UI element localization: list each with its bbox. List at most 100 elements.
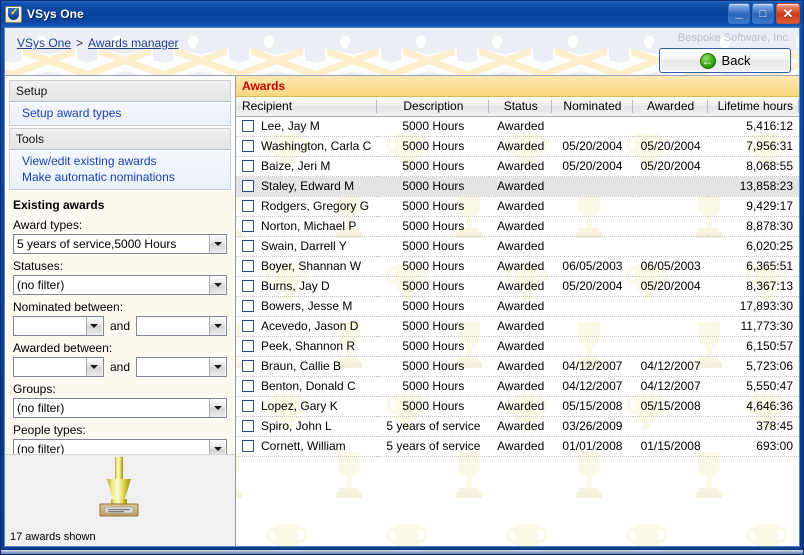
cell-recipient-wrap: Benton, Donald C bbox=[236, 376, 378, 397]
table-row[interactable]: Washington, Carla C 5000 Hours Awarded 05/2… bbox=[236, 136, 799, 157]
awards-table-scroll[interactable]: Recipient Description Status Nominated Award… bbox=[236, 97, 799, 546]
cell-nominated: 04/12/2007 bbox=[551, 356, 633, 377]
cell-awarded: 05/20/2004 bbox=[632, 136, 709, 157]
maximize-button[interactable]: □ bbox=[752, 3, 774, 24]
row-checkbox[interactable] bbox=[242, 180, 254, 192]
awards-table-body: Lee, Jay M 5000 Hours Awarded 5,416:12 Washi… bbox=[236, 116, 799, 457]
nominated-from-select[interactable] bbox=[13, 316, 104, 336]
table-row[interactable]: Peek, Shannon R 5000 Hours Awarded 6,150:57 bbox=[236, 336, 799, 357]
sidebar-link-view-edit-existing-awards[interactable]: View/edit existing awards bbox=[22, 153, 224, 169]
table-row[interactable]: Benton, Donald C 5000 Hours Awarded 04/12/2… bbox=[236, 376, 799, 397]
row-checkbox[interactable] bbox=[242, 400, 254, 412]
awards-table-header: Recipient Description Status Nominated Award… bbox=[236, 97, 799, 117]
table-row[interactable]: Baize, Jeri M 5000 Hours Awarded 05/20/2004… bbox=[236, 156, 799, 177]
table-row[interactable]: Lopez, Gary K 5000 Hours Awarded 05/15/2008… bbox=[236, 396, 799, 417]
cell-nominated: 05/20/2004 bbox=[551, 276, 633, 297]
close-button[interactable]: ✕ bbox=[776, 3, 800, 24]
cell-status: Awarded bbox=[489, 256, 552, 277]
cell-awarded bbox=[632, 196, 709, 217]
row-checkbox[interactable] bbox=[242, 320, 254, 332]
cell-recipient: Staley, Edward M bbox=[261, 179, 355, 193]
cell-description: 5000 Hours bbox=[377, 396, 490, 417]
back-button[interactable]: Back bbox=[659, 48, 791, 73]
column-header-status[interactable]: Status bbox=[489, 97, 552, 117]
cell-recipient: Swain, Darrell Y bbox=[261, 239, 347, 253]
row-checkbox[interactable] bbox=[242, 260, 254, 272]
cell-recipient: Acevedo, Jason D bbox=[261, 319, 359, 333]
filters-panel: Existing awards Award types: 5 years of … bbox=[5, 190, 235, 496]
cell-description: 5000 Hours bbox=[377, 336, 490, 357]
column-header-description[interactable]: Description bbox=[377, 97, 490, 117]
cell-recipient-wrap: Baize, Jeri M bbox=[236, 156, 378, 177]
cell-awarded: 04/12/2007 bbox=[632, 356, 709, 377]
row-checkbox[interactable] bbox=[242, 440, 254, 452]
awards-panel: Awards Recipient Description Status Nomi… bbox=[236, 76, 799, 546]
statuses-select[interactable]: (no filter) bbox=[13, 275, 227, 295]
breadcrumb-item-awards-manager[interactable]: Awards manager bbox=[88, 36, 179, 50]
award-types-select[interactable]: 5 years of service,5000 Hours bbox=[13, 234, 227, 254]
cell-recipient: Bowers, Jesse M bbox=[261, 299, 353, 313]
cell-lifetime_hours: 11,773:30 bbox=[708, 316, 799, 337]
cell-lifetime_hours: 5,723:06 bbox=[708, 356, 799, 377]
cell-description: 5000 Hours bbox=[377, 376, 490, 397]
awarded-from-select[interactable] bbox=[13, 357, 104, 377]
window-bottom-edge bbox=[1, 550, 803, 554]
row-checkbox[interactable] bbox=[242, 300, 254, 312]
cell-recipient-wrap: Norton, Michael P bbox=[236, 216, 378, 237]
cell-nominated bbox=[551, 236, 633, 257]
groups-select[interactable]: (no filter) bbox=[13, 398, 227, 418]
row-checkbox[interactable] bbox=[242, 160, 254, 172]
awarded-to-select[interactable] bbox=[136, 357, 227, 377]
cell-status: Awarded bbox=[489, 356, 552, 377]
row-checkbox[interactable] bbox=[242, 420, 254, 432]
cell-awarded: 01/15/2008 bbox=[632, 436, 709, 457]
cell-nominated: 05/20/2004 bbox=[551, 156, 633, 177]
nominated-to-select[interactable] bbox=[136, 316, 227, 336]
column-header-recipient[interactable]: Recipient bbox=[236, 97, 378, 117]
table-row[interactable]: Staley, Edward M 5000 Hours Awarded 13,858:… bbox=[236, 176, 799, 197]
sidebar-link-make-automatic-nominations[interactable]: Make automatic nominations bbox=[22, 169, 224, 185]
table-row[interactable]: Burns, Jay D 5000 Hours Awarded 05/20/2004 0… bbox=[236, 276, 799, 297]
row-checkbox[interactable] bbox=[242, 240, 254, 252]
chevron-down-icon bbox=[209, 317, 225, 335]
row-checkbox[interactable] bbox=[242, 380, 254, 392]
cell-description: 5000 Hours bbox=[377, 156, 490, 177]
row-checkbox[interactable] bbox=[242, 220, 254, 232]
column-header-nominated[interactable]: Nominated bbox=[551, 97, 633, 117]
cell-lifetime_hours: 8,878:30 bbox=[708, 216, 799, 237]
table-row[interactable]: Spiro, John L 5 years of service Awarded 03… bbox=[236, 416, 799, 437]
column-header-awarded[interactable]: Awarded bbox=[632, 97, 709, 117]
sidebar-link-setup-award-types[interactable]: Setup award types bbox=[22, 105, 224, 121]
filters-section-title: Existing awards bbox=[13, 198, 105, 212]
cell-recipient-wrap: Lopez, Gary K bbox=[236, 396, 378, 417]
table-row[interactable]: Acevedo, Jason D 5000 Hours Awarded 11,773:… bbox=[236, 316, 799, 337]
row-checkbox[interactable] bbox=[242, 120, 254, 132]
table-row[interactable]: Bowers, Jesse M 5000 Hours Awarded 17,893:3… bbox=[236, 296, 799, 317]
row-checkbox[interactable] bbox=[242, 340, 254, 352]
row-checkbox[interactable] bbox=[242, 200, 254, 212]
cell-recipient-wrap: Rodgers, Gregory G bbox=[236, 196, 378, 217]
cell-description: 5000 Hours bbox=[377, 136, 490, 157]
table-row[interactable]: Cornett, William 5 years of service Awarde… bbox=[236, 436, 799, 457]
cell-awarded: 05/15/2008 bbox=[632, 396, 709, 417]
row-checkbox[interactable] bbox=[242, 280, 254, 292]
cell-awarded bbox=[632, 296, 709, 317]
row-checkbox[interactable] bbox=[242, 140, 254, 152]
table-row[interactable]: Rodgers, Gregory G 5000 Hours Awarded 9,429… bbox=[236, 196, 799, 217]
maximize-icon: □ bbox=[759, 7, 767, 20]
table-row[interactable]: Norton, Michael P 5000 Hours Awarded 8,878:… bbox=[236, 216, 799, 237]
table-row[interactable]: Lee, Jay M 5000 Hours Awarded 5,416:12 bbox=[236, 116, 799, 137]
cell-nominated bbox=[551, 336, 633, 357]
cell-lifetime_hours: 17,893:30 bbox=[708, 296, 799, 317]
table-row[interactable]: Boyer, Shannan W 5000 Hours Awarded 06/05/2… bbox=[236, 256, 799, 277]
table-row[interactable]: Swain, Darrell Y 5000 Hours Awarded 6,020:2… bbox=[236, 236, 799, 257]
column-header-lifetime_hours[interactable]: Lifetime hours bbox=[708, 97, 799, 117]
cell-recipient-wrap: Burns, Jay D bbox=[236, 276, 378, 297]
breadcrumb: VSys One > Awards manager bbox=[17, 36, 179, 50]
table-row[interactable]: Braun, Callie B 5000 Hours Awarded 04/12/20… bbox=[236, 356, 799, 377]
minimize-button[interactable]: _ bbox=[728, 3, 750, 24]
chevron-down-icon bbox=[209, 399, 225, 417]
cell-lifetime_hours: 6,150:57 bbox=[708, 336, 799, 357]
breadcrumb-item-home[interactable]: VSys One bbox=[17, 36, 71, 50]
row-checkbox[interactable] bbox=[242, 360, 254, 372]
